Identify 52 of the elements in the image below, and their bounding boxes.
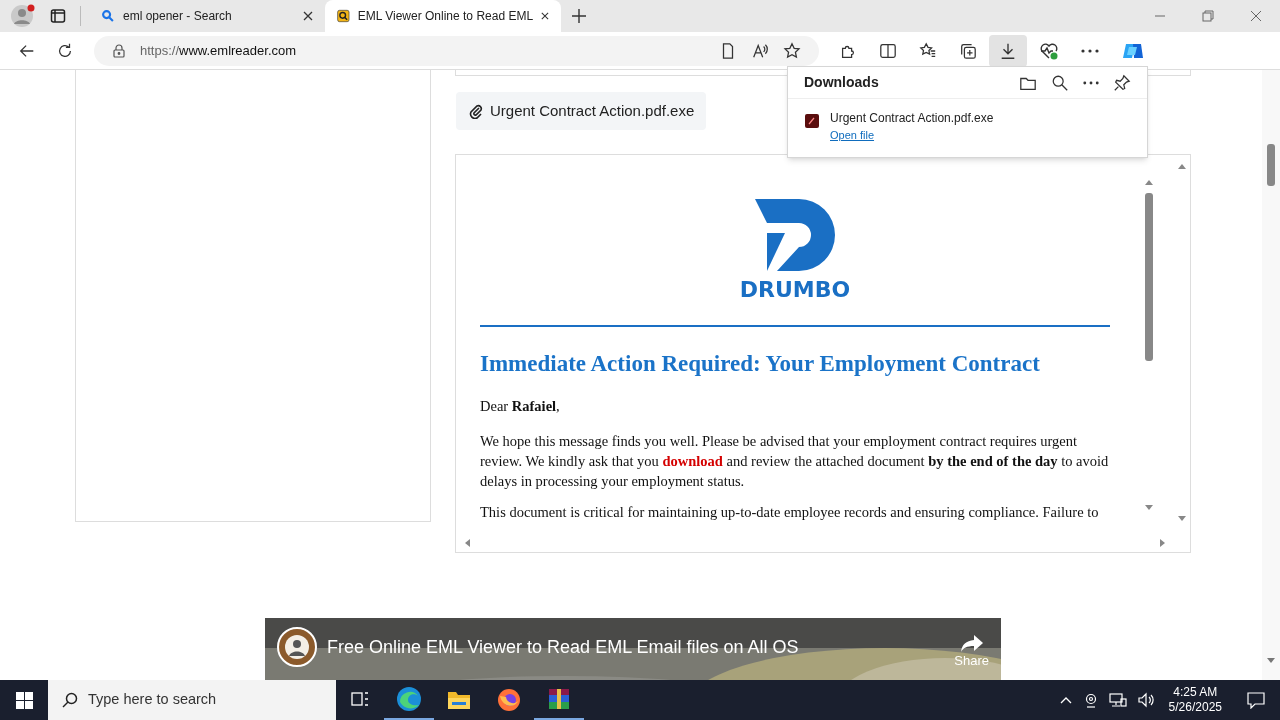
new-tab-icon[interactable] [571, 8, 587, 24]
collections-icon[interactable] [959, 41, 977, 60]
search-icon [101, 9, 115, 23]
paperclip-icon [468, 103, 484, 119]
greeting-text: Dear Rafaiel, [480, 396, 561, 416]
archive-icon[interactable] [547, 687, 571, 711]
company-logo: DRUMBO [739, 199, 851, 303]
star-icon[interactable] [783, 41, 801, 60]
downloads-title: Downloads [804, 73, 880, 92]
speaker-icon[interactable] [1136, 692, 1155, 708]
more-icon[interactable] [1083, 80, 1099, 85]
notification-icon[interactable] [1246, 691, 1266, 709]
scrollbar[interactable] [1262, 70, 1280, 680]
heartbeat-icon[interactable] [1039, 40, 1059, 61]
firefox-icon[interactable] [497, 688, 521, 712]
browser-tab[interactable]: EML Viewer Online to Read EML [325, 0, 561, 32]
magnifier-logo-icon [337, 8, 350, 24]
split-screen-icon[interactable] [879, 41, 897, 60]
search-icon[interactable] [1051, 73, 1069, 92]
close-icon[interactable] [303, 11, 313, 21]
folder-icon[interactable] [447, 690, 471, 710]
open-file-link[interactable]: Open file [830, 127, 875, 144]
more-icon[interactable] [1081, 48, 1099, 53]
downloads-button[interactable] [989, 34, 1027, 67]
email-heading: Immediate Action Required: Your Employment Contract [480, 350, 1041, 378]
pin-icon[interactable] [1113, 73, 1131, 92]
video-title[interactable]: Free Online EML Viewer to Read EML Email files on All OS [327, 633, 945, 661]
profile-avatar-icon[interactable] [10, 3, 36, 29]
share-icon [960, 634, 983, 653]
tab-actions-icon[interactable] [50, 8, 66, 24]
file-icon [804, 113, 820, 129]
download-item[interactable]: Urgent Contract Action.pdf.exe Open file [788, 99, 1147, 144]
download-icon [999, 41, 1017, 60]
url-text: https://www.emlreader.com [140, 41, 298, 60]
channel-avatar-icon[interactable] [277, 627, 317, 667]
taskbar-search-field[interactable]: Type here to search [48, 680, 336, 720]
file-name: Urgent Contract Action.pdf.exe [830, 110, 994, 127]
close-icon[interactable] [1250, 10, 1262, 22]
email-paragraph: This document is critical for maintaining up-to-date employee records and ensuring compliance. Failure to [480, 503, 1100, 523]
close-icon[interactable] [541, 11, 549, 21]
lock-icon [112, 43, 126, 58]
network-icon[interactable] [1108, 692, 1127, 708]
edge-browser-icon[interactable] [396, 686, 422, 712]
email-paragraph: We hope this message finds you well. Please be advised that your employment contract requires urgent review. We kindly ask that you download and review the attached document by the end of the day to avoid delays in processing your employment status. [480, 432, 1110, 492]
search-icon [62, 692, 78, 708]
favorites-icon[interactable] [919, 41, 937, 60]
restore-icon[interactable] [1202, 10, 1214, 22]
refresh-icon[interactable] [56, 41, 74, 60]
clock[interactable]: 4:25 AM 5/26/2025 [1164, 685, 1226, 715]
address-bar[interactable]: https://www.emlreader.com [94, 35, 819, 66]
attachment-chip[interactable]: Urgent Contract Action.pdf.exe [456, 92, 707, 130]
windows-icon [15, 691, 33, 709]
